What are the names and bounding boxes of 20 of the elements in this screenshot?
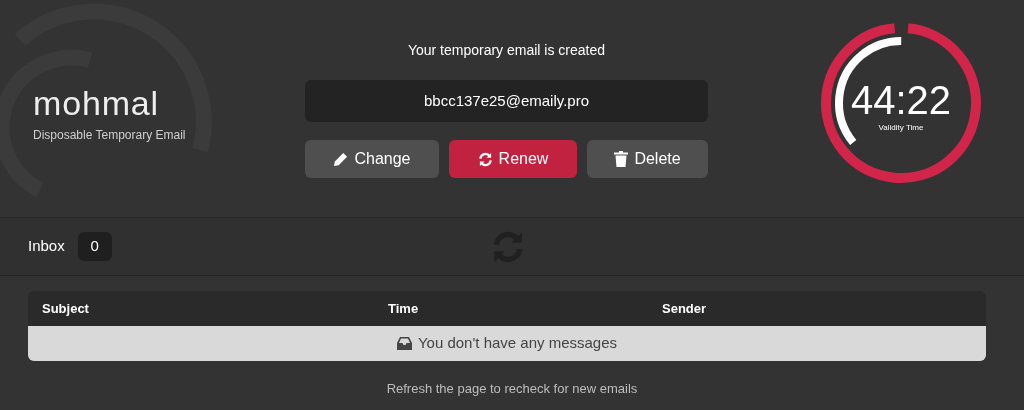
column-header: Time [388,299,420,318]
refresh-icon [477,151,493,167]
trash-icon [614,151,629,167]
timer-value: 44:22 [850,78,952,122]
change-button[interactable]: Change [305,140,439,178]
logo-wordmark: mohmal [33,84,161,122]
empty-inbox-message: You don't have any messages [417,333,618,354]
column-header: Subject [42,299,90,318]
timer-caption: Validity Time [878,122,924,134]
column-header: Sender [662,299,708,318]
status-message: Your temporary email is created [407,41,606,60]
logo-tagline: Disposable Temporary Email [33,127,187,144]
inbox-label: Inbox [28,236,65,257]
email-address-field[interactable]: bbcc137e25@emaily.pro [305,80,708,122]
refresh-hint: Refresh the page to recheck for new emails [385,380,639,398]
renew-button[interactable]: Renew [449,140,577,178]
inbox-tray-icon [396,337,412,350]
inbox-count: 0 [77,232,112,261]
pencil-icon [333,151,349,167]
delete-button[interactable]: Delete [587,140,708,178]
